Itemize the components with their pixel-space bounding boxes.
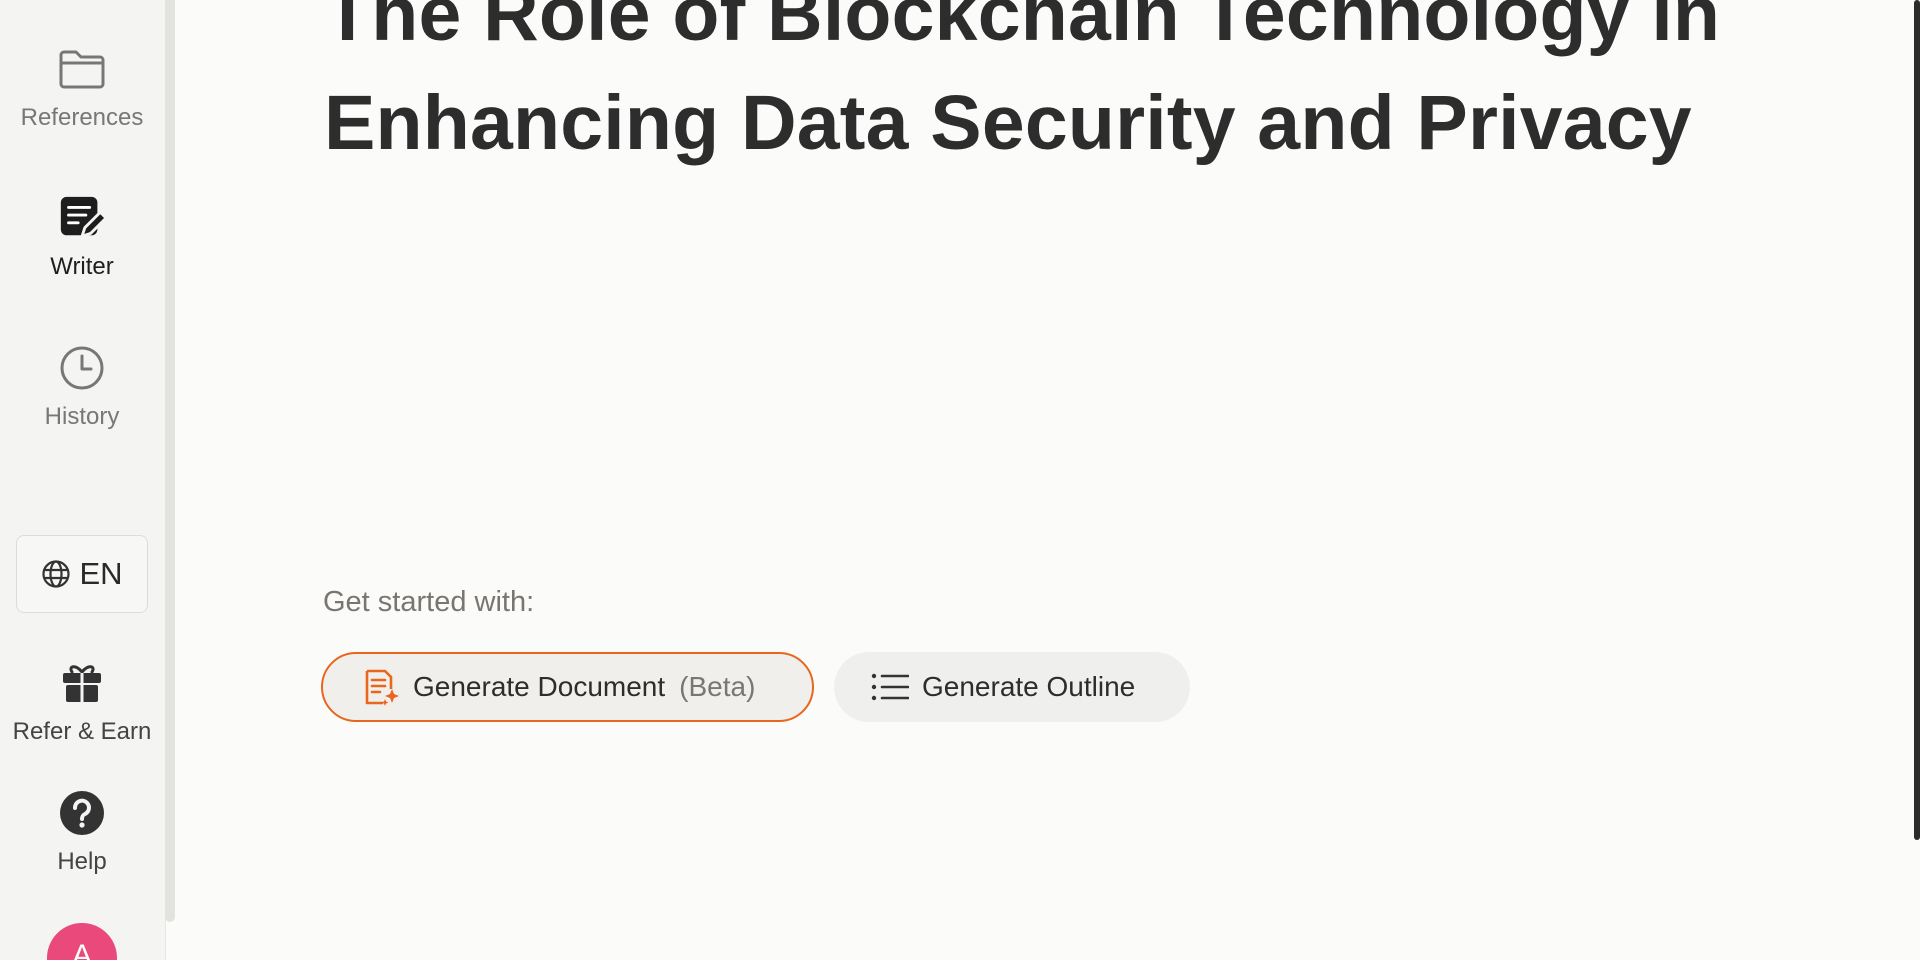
generate-outline-button[interactable]: Generate Outline [834,652,1190,722]
beta-tag: (Beta) [679,671,756,702]
list-icon [870,667,910,707]
clock-icon [57,343,107,393]
main-content: The Role of Blockchain Technology in Enh… [176,0,1920,960]
sidebar-item-label: Refer & Earn [12,718,152,745]
language-selector[interactable]: EN [16,535,148,613]
help-icon [57,788,107,838]
avatar[interactable]: A [47,923,117,960]
folder-icon [57,44,107,94]
document-title[interactable]: The Role of Blockchain Technology in Enh… [324,0,1764,178]
sidebar: References Writer History EN Refer & Ear… [0,0,166,960]
generate-document-label: Generate Document [413,671,666,702]
sidebar-item-help[interactable]: Help [0,788,164,876]
avatar-initial: A [71,939,92,960]
sidebar-item-label: Writer [50,253,114,280]
app-window: References Writer History EN Refer & Ear… [0,0,1920,960]
get-started-label: Get started with: [323,586,535,618]
language-label: EN [79,556,123,591]
sidebar-item-writer[interactable]: Writer [0,193,164,281]
generate-document-button[interactable]: Generate Document (Beta) [321,652,814,722]
main-scrollbar[interactable] [1914,0,1920,840]
gift-icon [57,658,107,708]
sidebar-item-label: History [44,403,120,430]
sidebar-item-label: Help [57,848,107,875]
write-icon [57,193,107,243]
sidebar-scrollbar[interactable] [165,0,175,922]
globe-icon [41,559,71,589]
document-sparkle-icon [361,667,401,707]
sidebar-item-refer-earn[interactable]: Refer & Earn [0,658,164,746]
sidebar-item-label: References [20,104,144,131]
sidebar-item-history[interactable]: History [0,343,164,431]
sidebar-item-references[interactable]: References [0,44,164,132]
generate-outline-label: Generate Outline [922,671,1136,702]
